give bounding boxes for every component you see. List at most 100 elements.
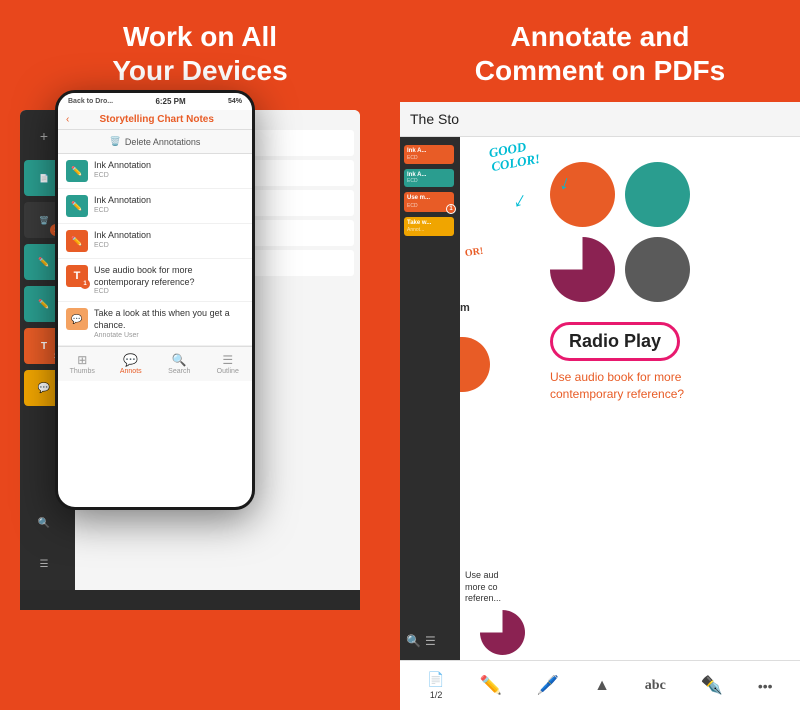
phone-nav-bar: ‹ Storytelling Chart Notes — [58, 110, 252, 130]
tab-thumbs-label: Thumbs — [70, 368, 95, 375]
circles-grid — [550, 162, 790, 302]
list-item[interactable]: ✏️ Ink Annotation ECD — [58, 224, 252, 259]
pdf-sidebar-bottom-icon2: ☰ — [425, 634, 436, 648]
tab-annots-label: Annots — [120, 368, 142, 375]
phone-delete-bar[interactable]: 🗑️ Delete Annotations — [58, 130, 252, 154]
thumbs-icon: ⊞ — [77, 353, 87, 367]
toolbar-shape-btn[interactable]: ▲ — [586, 673, 618, 699]
tab-outline-label: Outline — [217, 368, 239, 375]
item-title: Ink Annotation — [94, 160, 244, 172]
annotation-item-text: Use audio book for more contemporary ref… — [94, 265, 244, 295]
outline-icon: ☰ — [222, 353, 233, 367]
partial-text-bottom: Use audmore coreferen... — [465, 570, 501, 605]
partial-label-m: m — [460, 302, 470, 314]
pdf-body: Ink A... ECD Ink A... ECD Use m... ECD 1… — [400, 137, 800, 660]
pdf-sidebar-item-take: Take w... Annot... — [404, 217, 454, 236]
item-sub: ECD — [94, 288, 244, 295]
toolbar-pen-btn[interactable]: ✏️ — [472, 671, 510, 700]
search-icon: 🔍 — [172, 353, 187, 367]
heading-annotate-line2: Comment on PDFs — [475, 55, 725, 86]
annotation-icon-red: ✏️ — [66, 230, 88, 252]
partial-circle-orange — [460, 337, 490, 392]
annotation-item-text: Ink Annotation ECD — [94, 195, 244, 214]
arrow-annotation: ↓ — [509, 186, 532, 214]
sidebar-icon-bottom2: ☰ — [24, 546, 64, 582]
circle-gray — [625, 237, 690, 302]
left-panel: Work on All Your Devices + 📄 🗑️ 1 ✏️ ✏️ … — [0, 0, 400, 710]
item-title: Ink Annotation — [94, 195, 244, 207]
annotation-icon-text: T 1 — [66, 265, 88, 287]
pdf-sidebar-item: Ink A... ECD — [404, 145, 454, 164]
toolbar-highlight-btn[interactable]: 🖊️ — [529, 671, 567, 700]
toolbar-signature-btn[interactable]: ✒️ — [693, 671, 731, 700]
right-heading: Annotate and Comment on PDFs — [400, 0, 800, 102]
toolbar-more-btn[interactable]: ••• — [750, 674, 781, 698]
delete-label: Delete Annotations — [125, 137, 201, 147]
tab-search-label: Search — [168, 368, 190, 375]
annotation-icon-teal: ✏️ — [66, 160, 88, 182]
phone-screen-title: Storytelling Chart Notes — [69, 114, 244, 125]
item-sub: Annotate User — [94, 332, 244, 339]
phone-status-bar: Back to Dro... 6:25 PM 54% — [58, 93, 252, 110]
phone-annotations-list: ✏️ Ink Annotation ECD ✏️ Ink Annotation … — [58, 154, 252, 346]
circle-orange — [550, 162, 615, 227]
left-heading: Work on All Your Devices — [112, 20, 287, 87]
pdf-sidebar-item-teal: Ink A... ECD — [404, 169, 454, 187]
trash-icon: 🗑️ — [110, 136, 121, 147]
pdf-doc-title: The Sto — [410, 111, 459, 127]
list-item[interactable]: T 1 Use audio book for more contemporary… — [58, 259, 252, 302]
tab-annots[interactable]: 💬 Annots — [107, 351, 156, 377]
item-sub: ECD — [94, 172, 244, 179]
toolbar-page-btn[interactable]: 📄 1/2 — [419, 667, 452, 704]
shape-icon: ▲ — [594, 677, 610, 695]
pie-chart-small — [480, 610, 525, 655]
pdf-toolbar: 📄 1/2 ✏️ 🖊️ ▲ abc ✒️ ••• — [400, 660, 800, 710]
item-sub: ECD — [94, 207, 244, 214]
phone-tab-bar: ⊞ Thumbs 💬 Annots 🔍 Search ☰ Outline — [58, 346, 252, 381]
pdf-header-bar: The Sto — [400, 102, 800, 137]
annots-icon: 💬 — [123, 353, 138, 367]
highlight-icon: 🖊️ — [537, 675, 559, 696]
phone-back-text: Back to Dro... — [68, 98, 113, 105]
list-item[interactable]: 💬 Take a look at this when you get a cha… — [58, 302, 252, 345]
pdf-main-content: GOODCOLOR! ↓ OR! — [460, 137, 800, 660]
pdf-area: The Sto Ink A... ECD Ink A... ECD Use m.… — [400, 102, 800, 710]
text-icon: abc — [645, 678, 666, 694]
annotation-item-text: Ink Annotation ECD — [94, 230, 244, 249]
annotation-text: Use audio book for more contemporary ref… — [550, 369, 710, 403]
annotation-item-text: Take a look at this when you get a chanc… — [94, 308, 244, 338]
item-sub: ECD — [94, 242, 244, 249]
page-icon: 📄 — [427, 671, 444, 688]
more-icon: ••• — [758, 678, 773, 694]
pen-icon: ✏️ — [480, 675, 502, 696]
color-label-annotation: OR! — [464, 246, 484, 259]
handwriting-annotation: GOODCOLOR! — [488, 138, 541, 175]
annotation-icon-teal: ✏️ — [66, 195, 88, 217]
circle-teal — [625, 162, 690, 227]
list-item[interactable]: ✏️ Ink Annotation ECD — [58, 189, 252, 224]
circle-purple-half — [550, 237, 615, 302]
item-title: Use audio book for more contemporary ref… — [94, 265, 244, 288]
pdf-sidebar: Ink A... ECD Ink A... ECD Use m... ECD 1… — [400, 137, 460, 660]
signature-icon: ✒️ — [701, 675, 723, 696]
radio-play-text: Radio Play — [569, 331, 661, 351]
tab-outline[interactable]: ☰ Outline — [204, 351, 253, 377]
toolbar-text-btn[interactable]: abc — [637, 674, 674, 698]
tab-search[interactable]: 🔍 Search — [155, 351, 204, 377]
phone-mockup: Back to Dro... 6:25 PM 54% ‹ Storytellin… — [55, 90, 255, 510]
radio-play-box: Radio Play — [550, 322, 680, 361]
pdf-sidebar-item-use: Use m... ECD 1 — [404, 192, 454, 211]
item-badge: 1 — [80, 279, 90, 289]
list-item[interactable]: ✏️ Ink Annotation ECD — [58, 154, 252, 189]
phone-battery: 54% — [228, 98, 242, 105]
radio-play-section: Radio Play Use audio book for more conte… — [550, 322, 790, 403]
heading-line1: Work on All — [123, 21, 277, 52]
heading-line2: Your Devices — [112, 55, 287, 86]
sidebar-icon-bottom1: 🔍 — [24, 505, 64, 541]
annotation-icon-comment: 💬 — [66, 308, 88, 330]
item-title: Take a look at this when you get a chanc… — [94, 308, 244, 331]
right-panel: Annotate and Comment on PDFs The Sto Ink… — [400, 0, 800, 710]
heading-annotate-line1: Annotate and — [511, 21, 690, 52]
pdf-sidebar-bottom-icon1: 🔍 — [406, 634, 421, 648]
tab-thumbs[interactable]: ⊞ Thumbs — [58, 351, 107, 377]
